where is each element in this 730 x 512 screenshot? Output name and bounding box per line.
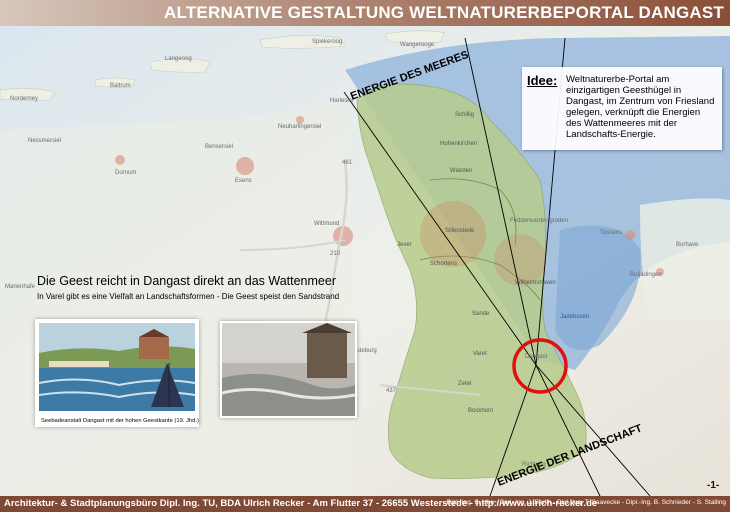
place-label: Spiekeroog — [312, 39, 342, 45]
place-label: Varel — [473, 351, 487, 357]
place-label: Langeoog — [165, 56, 192, 62]
page-title: ALTERNATIVE GESTALTUNG WELTNATURERBEPORT… — [164, 3, 724, 22]
poster: Spiekeroog Wangerooge Langeoog Baltrum N… — [0, 0, 730, 512]
settlement-dot — [236, 157, 254, 175]
footer-bar: Architektur- & Stadtplanungsbüro Dipl. I… — [0, 496, 730, 512]
road-label: 210 — [330, 251, 341, 257]
settlement-dot — [115, 155, 125, 165]
road-label: 437 — [386, 388, 397, 394]
place-label: deburg — [358, 348, 377, 354]
place-label-highlight: Dangast — [525, 354, 548, 360]
settlement-dot — [296, 116, 304, 124]
place-label: Jadebusen — [560, 314, 589, 320]
settlement-dot — [494, 234, 546, 286]
place-label: Baltrum — [110, 83, 131, 89]
coast-photo-card — [220, 321, 357, 418]
butjadingen-land — [640, 198, 730, 320]
geest-heading: Die Geest reicht in Dangast direkt an da… — [37, 274, 336, 288]
place-label: Wittmund — [314, 221, 339, 227]
place-label: Schortens — [430, 261, 457, 267]
title-bar: ALTERNATIVE GESTALTUNG WELTNATURERBEPORT… — [0, 0, 730, 26]
place-label: Bensersiel — [205, 144, 233, 150]
place-label: Nessmersiel — [28, 138, 61, 144]
historic-photo-caption: Seebadeanstalt Dangast mit der hohen Gee… — [41, 418, 199, 424]
geest-subheading: In Varel gibt es eine Vielfalt an Landsc… — [37, 292, 340, 301]
place-label: Zetel — [458, 381, 471, 387]
place-label: Sillenstede — [445, 228, 475, 234]
place-label: Esens — [235, 178, 252, 184]
place-label: Bockhorn — [468, 408, 493, 414]
settlement-dot — [625, 230, 635, 240]
place-label: Dornum — [115, 170, 136, 176]
place-label: Harlesiel — [330, 98, 353, 104]
road-label: 461 — [342, 160, 353, 166]
place-label: Hohenkirchen — [440, 141, 477, 147]
place-label: Neuharlingersiel — [278, 124, 321, 130]
place-label: Norderney — [10, 96, 38, 102]
idea-box: Idee: Weltnaturerbe-Portal am einzigarti… — [522, 67, 722, 150]
settlement-dot — [420, 201, 486, 267]
page-number: -1- — [707, 480, 720, 491]
place-label: Jever — [397, 242, 412, 248]
place-label: Wilhelmshaven — [515, 280, 556, 286]
idea-text: Weltnaturerbe-Portal am einzigartigen Ge… — [566, 74, 715, 140]
footer-team: Dipl.-Ing. K. Uhe - Dipl.-Ing. J. Berlin… — [446, 499, 727, 506]
place-label: Sande — [472, 311, 490, 317]
place-label: Wangerooge — [400, 42, 435, 48]
historic-photo-card: Seebadeanstalt Dangast mit der hohen Gee… — [35, 319, 199, 427]
place-label: Butjadingen — [630, 272, 662, 278]
place-label: Burhave — [676, 242, 699, 248]
place-label: Wiarden — [450, 168, 472, 174]
place-label: Marienhafe — [5, 284, 36, 290]
coast-photo — [222, 323, 355, 416]
place-label: Schillig — [455, 112, 474, 118]
historic-painting — [39, 323, 195, 411]
place-label: Tossens — [600, 230, 622, 236]
place-label: Fedderwarder-groden — [510, 218, 568, 224]
idea-label: Idee: — [527, 73, 558, 88]
